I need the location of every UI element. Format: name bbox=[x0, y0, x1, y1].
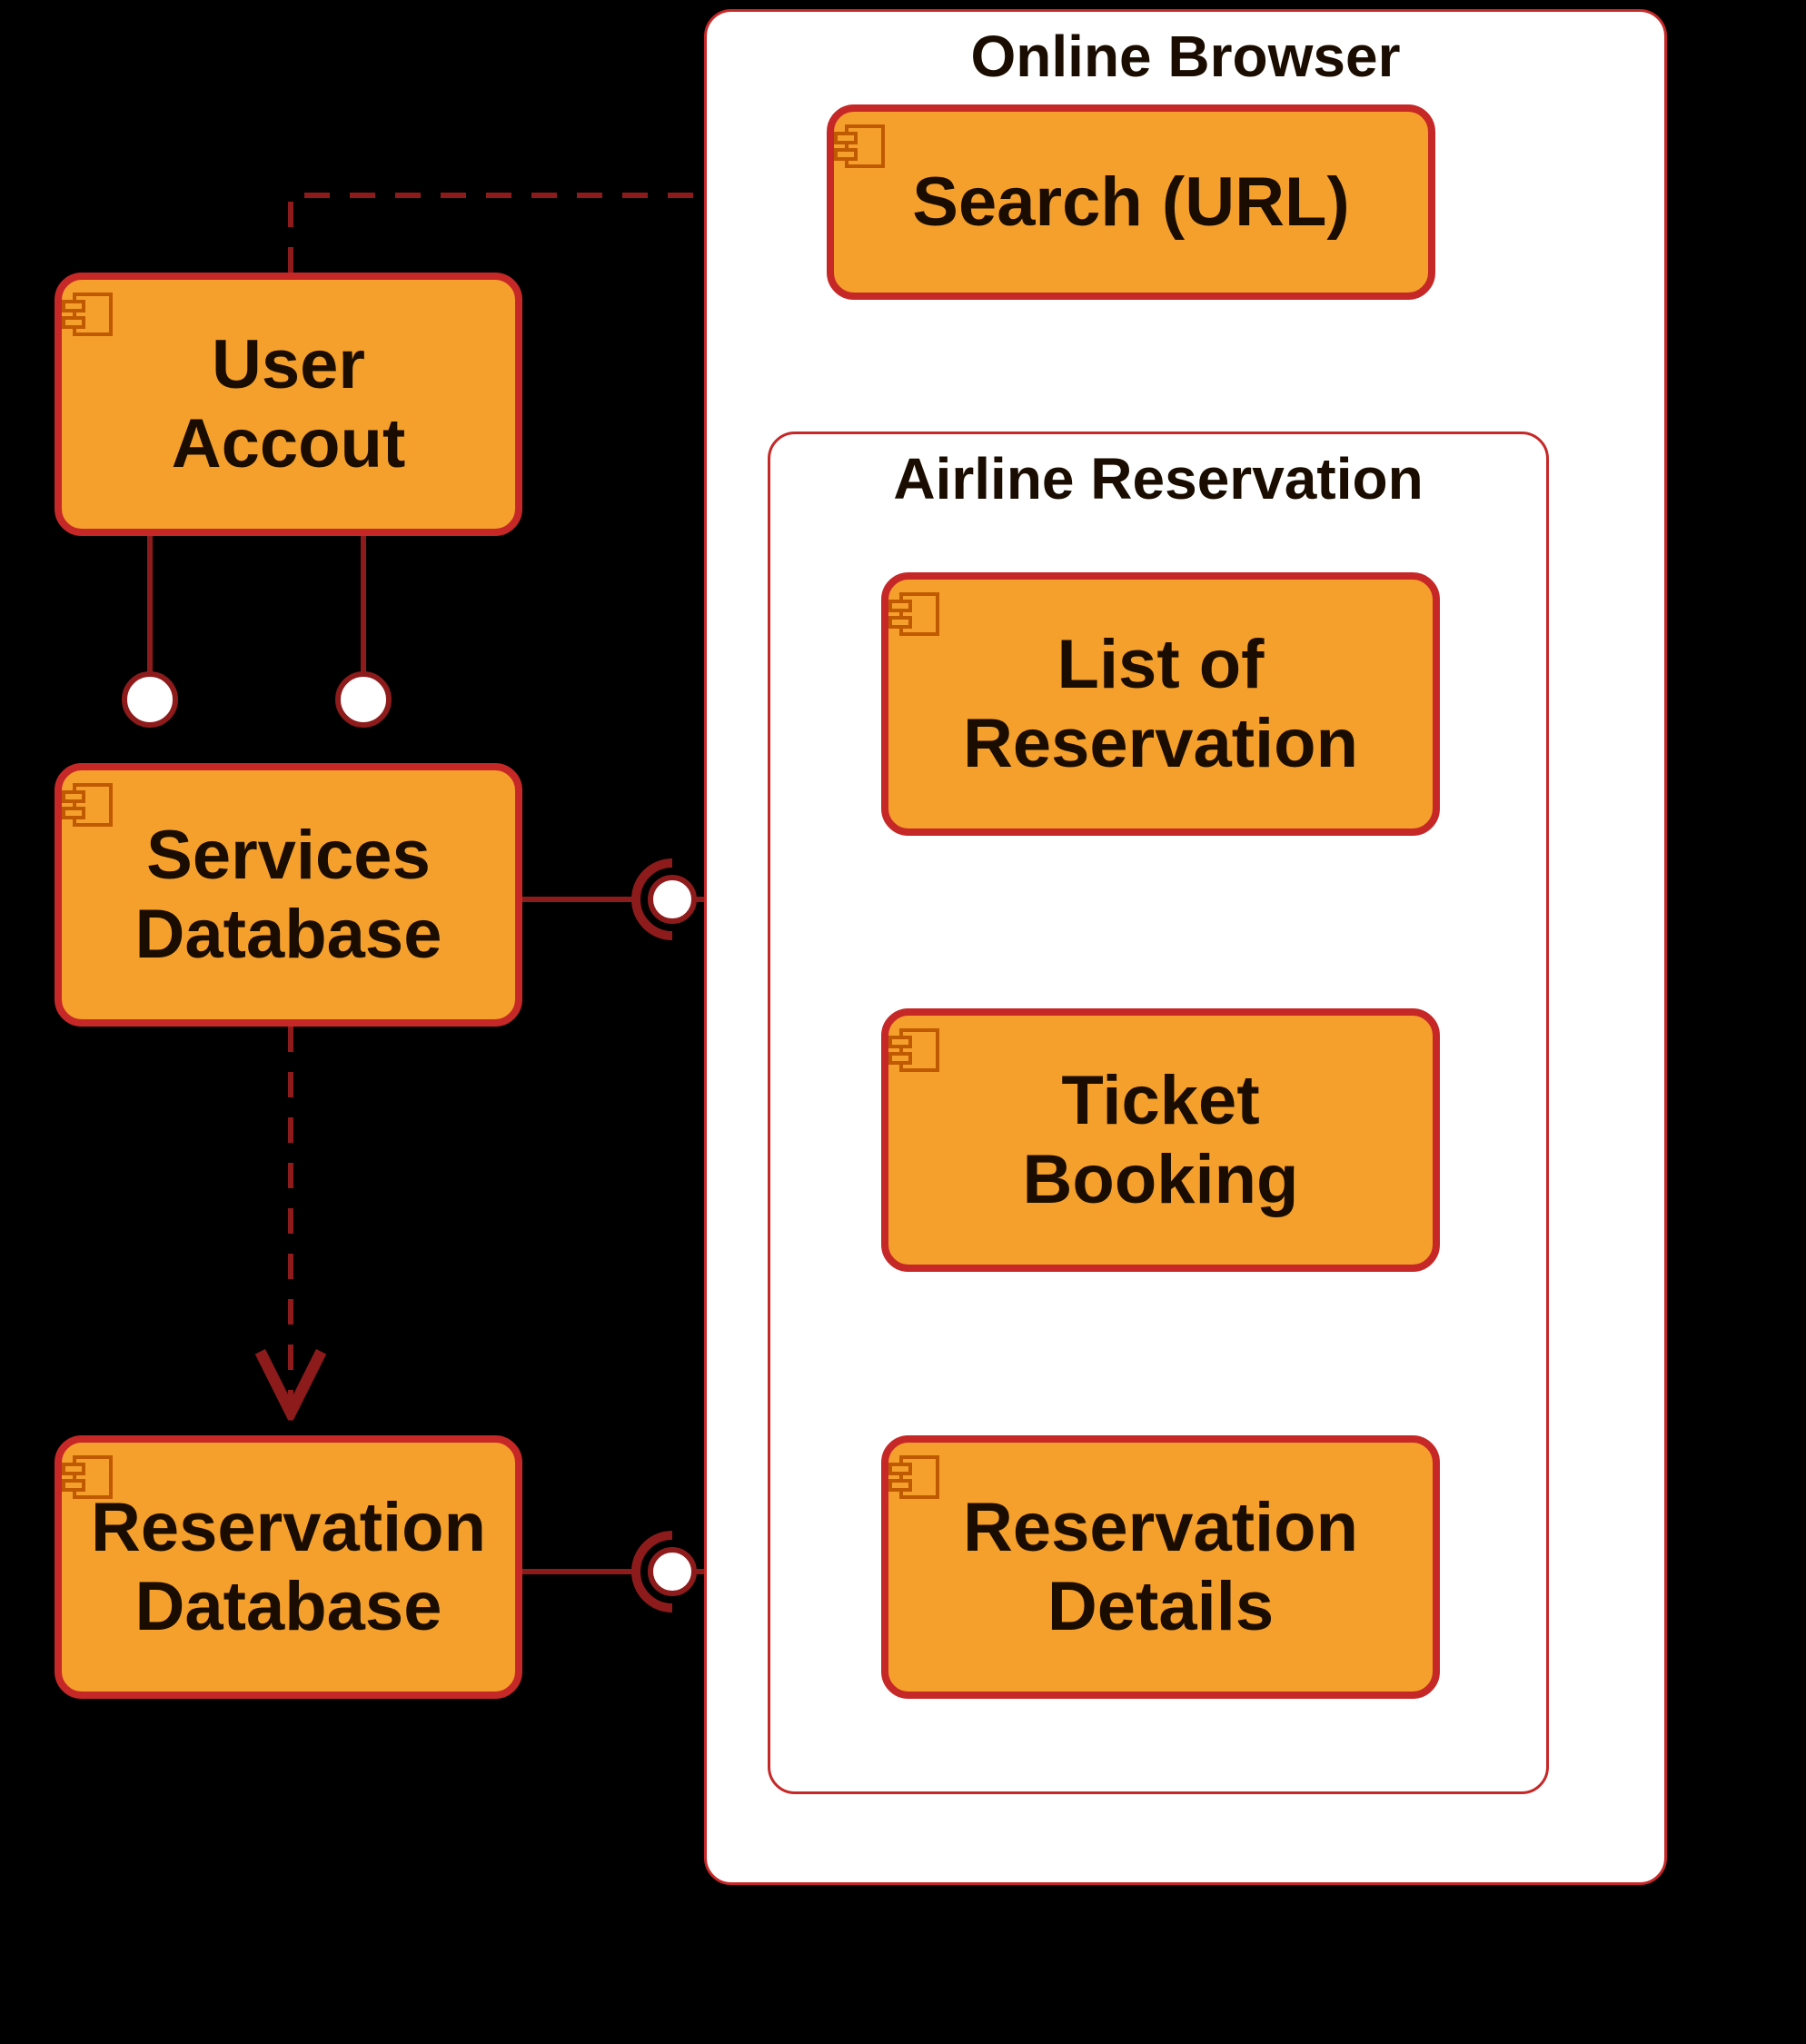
component-reservation-details: Reservation Details bbox=[881, 1435, 1440, 1699]
component-icon bbox=[62, 1455, 113, 1499]
component-list-of-reservation: List of Reservation bbox=[881, 572, 1440, 836]
component-label: Reservation Database bbox=[87, 1488, 490, 1647]
component-label: Search (URL) bbox=[912, 163, 1349, 242]
component-icon bbox=[888, 1028, 939, 1072]
component-icon bbox=[888, 1455, 939, 1499]
component-services-database: Services Database bbox=[55, 763, 522, 1027]
container-title: Airline Reservation bbox=[770, 445, 1546, 512]
component-label: List of Reservation bbox=[914, 625, 1407, 784]
component-search-url: Search (URL) bbox=[827, 104, 1435, 300]
component-icon bbox=[888, 592, 939, 636]
component-label: User Accout bbox=[87, 325, 490, 484]
component-icon bbox=[62, 783, 113, 827]
diagram-canvas: Online Browser Airline Reservation User … bbox=[0, 0, 1806, 2044]
component-icon bbox=[62, 293, 113, 336]
component-ticket-booking: Ticket Booking bbox=[881, 1008, 1440, 1272]
component-icon bbox=[834, 124, 885, 168]
component-label: Ticket Booking bbox=[914, 1061, 1407, 1220]
component-label: Services Database bbox=[87, 816, 490, 975]
component-label: Reservation Details bbox=[914, 1488, 1407, 1647]
component-user-account: User Accout bbox=[55, 273, 522, 536]
component-reservation-database: Reservation Database bbox=[55, 1435, 522, 1699]
container-title: Online Browser bbox=[707, 23, 1664, 90]
